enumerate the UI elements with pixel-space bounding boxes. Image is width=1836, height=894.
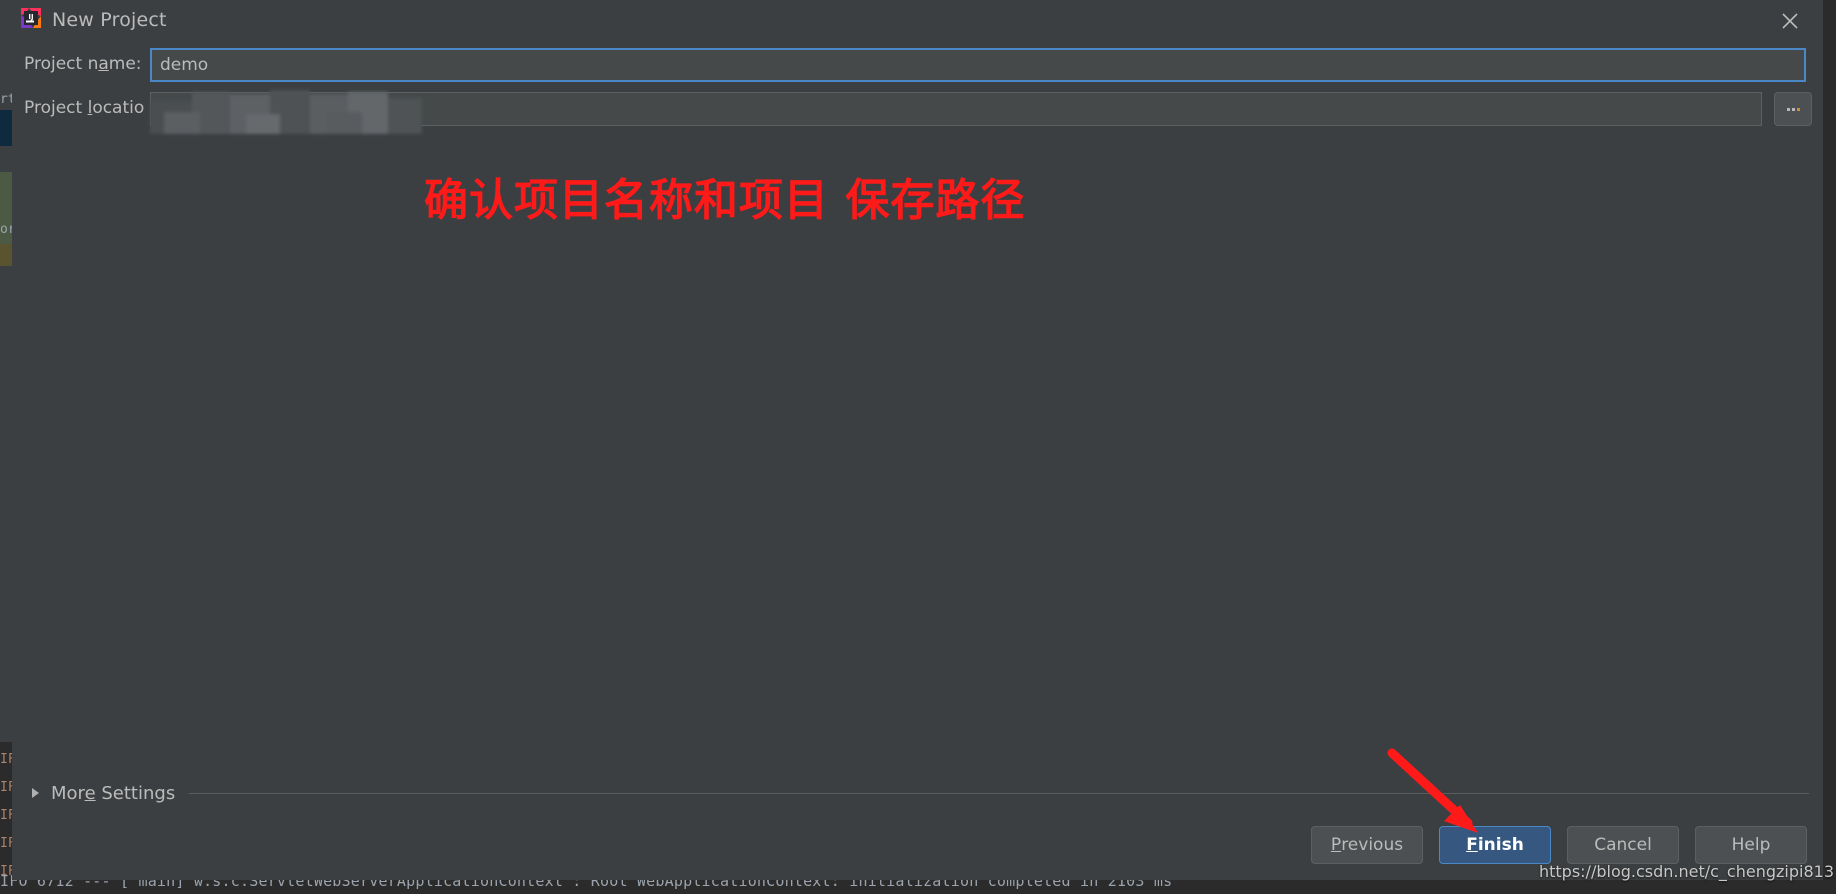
ellipsis-icon: [1786, 107, 1800, 111]
ide-highlight-band-olive: [0, 244, 12, 266]
dialog-footer: Previous Finish Cancel Help: [1311, 826, 1807, 864]
close-icon[interactable]: [1767, 2, 1813, 40]
more-settings-toggle[interactable]: More Settings: [12, 778, 1823, 808]
project-location-row: Project locatio ctice\demo: [12, 92, 1823, 130]
new-project-dialog: IJ New Project Project name: demo Projec…: [12, 0, 1824, 880]
help-button[interactable]: Help: [1695, 826, 1807, 864]
ide-highlight-band-navy: [0, 110, 12, 146]
cancel-button[interactable]: Cancel: [1567, 826, 1679, 864]
triangle-right-icon: [32, 788, 39, 798]
project-name-input[interactable]: demo: [150, 48, 1806, 82]
project-location-label: Project locatio: [24, 98, 145, 118]
page-title: New Project: [52, 9, 167, 31]
project-location-input[interactable]: ctice\demo: [150, 92, 1762, 126]
dialog-title-bar: IJ New Project: [12, 0, 1823, 42]
watermark-url: https://blog.csdn.net/c_chengzipi813: [1538, 862, 1834, 881]
project-name-row: Project name: demo: [12, 48, 1823, 86]
more-settings-label: More Settings: [51, 782, 176, 804]
intellij-idea-icon: IJ: [20, 7, 42, 29]
finish-button[interactable]: Finish: [1439, 826, 1551, 864]
project-name-label: Project name:: [24, 54, 142, 74]
section-divider: [189, 792, 1809, 794]
svg-text:IJ: IJ: [28, 13, 33, 21]
browse-folder-button[interactable]: [1774, 92, 1812, 126]
project-location-value: ctice\demo: [271, 99, 366, 119]
annotation-label: 确认项目名称和项目 保存路径: [424, 175, 1026, 226]
previous-button[interactable]: Previous: [1311, 826, 1423, 864]
